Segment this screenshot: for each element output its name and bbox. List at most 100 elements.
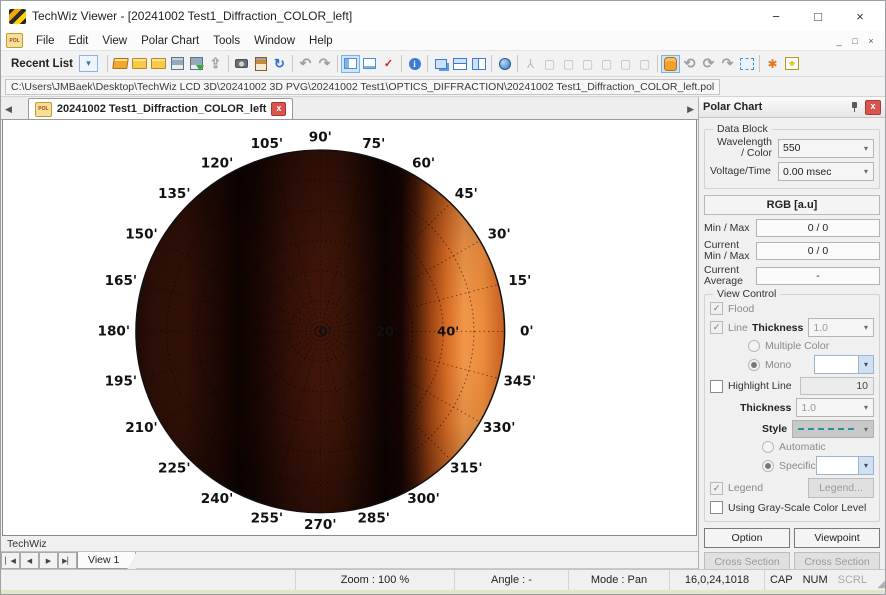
chevron-down-icon[interactable]: ▾ <box>79 55 98 72</box>
cube-view-right-icon[interactable]: ▢ <box>597 55 616 73</box>
line-checkbox[interactable]: ✓ <box>710 321 723 334</box>
cascade-windows-icon[interactable] <box>431 55 450 73</box>
color-map-icon[interactable]: ✱ <box>763 55 782 73</box>
axis-3d-icon[interactable]: ⅄ <box>521 55 540 73</box>
mdi-minimize-icon[interactable]: _ <box>831 36 847 46</box>
app-window: TechWiz Viewer - [20241002 Test1_Diffrac… <box>0 0 886 595</box>
open-folder-icon[interactable] <box>130 55 149 73</box>
minimize-button[interactable]: − <box>755 3 797 29</box>
save-icon[interactable] <box>168 55 187 73</box>
undo-icon[interactable]: ↶ <box>296 55 315 73</box>
pan-hand-icon[interactable] <box>661 55 680 73</box>
cross-section-voltage-time-button[interactable]: Cross Section [ Voltage/Time ] <box>794 552 880 569</box>
zoom-fit-icon[interactable] <box>737 55 756 73</box>
menu-tools[interactable]: Tools <box>206 35 247 47</box>
chevron-down-icon[interactable]: ▾ <box>859 144 873 153</box>
wavelength-value: 550 <box>779 142 859 154</box>
mono-color-select[interactable]: ▾ <box>814 355 874 374</box>
automatic-radio[interactable] <box>762 441 774 453</box>
file-path-field[interactable]: C:\Users\JMBaek\Desktop\TechWiz LCD 3D\2… <box>5 79 720 95</box>
option-button[interactable]: Option <box>704 528 790 548</box>
menu-edit[interactable]: Edit <box>62 35 96 47</box>
document-tab-label: 20241002 Test1_Diffraction_COLOR_left <box>57 103 267 115</box>
open-file-icon[interactable] <box>111 55 130 73</box>
chevron-down-icon[interactable]: ▾ <box>858 457 873 474</box>
multiple-color-radio[interactable] <box>748 340 760 352</box>
tab-close-icon[interactable]: x <box>271 102 286 116</box>
highlight-thickness-select[interactable]: 1.0 ▾ <box>796 398 874 417</box>
grayscale-checkbox[interactable] <box>710 501 723 514</box>
capture-icon[interactable] <box>232 55 251 73</box>
maximize-button[interactable]: □ <box>797 3 839 29</box>
mono-radio[interactable] <box>748 359 760 371</box>
mdi-restore-icon[interactable]: □ <box>847 36 863 46</box>
chevron-down-icon[interactable]: ▾ <box>859 323 873 332</box>
split-vertical-icon[interactable] <box>469 55 488 73</box>
tab-scroll-left-icon[interactable]: ◀ <box>1 104 16 119</box>
menu-view[interactable]: View <box>95 35 134 47</box>
rotate-object-icon[interactable]: ⟳ <box>699 55 718 73</box>
viewpoint-button[interactable]: Viewpoint <box>794 528 880 548</box>
cube-view-left-icon[interactable]: ▢ <box>578 55 597 73</box>
specific-color-select[interactable]: ▾ <box>816 456 874 475</box>
close-button[interactable]: × <box>839 3 881 29</box>
task-check-icon[interactable]: ✓ <box>379 55 398 73</box>
paste-icon[interactable] <box>251 55 270 73</box>
first-view-button[interactable]: ▏◀ <box>1 552 20 569</box>
last-view-button[interactable]: ▶▏ <box>58 552 77 569</box>
cube-view-top-icon[interactable]: ▢ <box>616 55 635 73</box>
export-icon[interactable]: ⇪ <box>206 55 225 73</box>
toolbar-separator <box>491 55 492 72</box>
menu-polar-chart[interactable]: Polar Chart <box>134 35 206 47</box>
toolbar-separator <box>427 55 428 72</box>
next-view-button[interactable]: ▶ <box>39 552 58 569</box>
chevron-down-icon[interactable]: ▾ <box>859 425 873 434</box>
chevron-down-icon[interactable]: ▾ <box>858 356 873 373</box>
info-icon[interactable] <box>405 55 424 73</box>
spin-icon[interactable]: ↷ <box>718 55 737 73</box>
rotate-free-icon[interactable]: ⟲ <box>680 55 699 73</box>
chevron-down-icon[interactable]: ▾ <box>859 403 873 412</box>
highlight-line-checkbox[interactable] <box>710 380 723 393</box>
panel-layout-icon[interactable] <box>341 55 360 73</box>
cube-view-bottom-icon[interactable]: ▢ <box>635 55 654 73</box>
globe-icon[interactable] <box>495 55 514 73</box>
toolbar-separator <box>657 55 658 72</box>
specific-radio[interactable] <box>762 460 774 472</box>
redo-icon[interactable]: ↷ <box>315 55 334 73</box>
cross-section-theta-phi-button[interactable]: Cross Section [ Theta/Phi ] <box>704 552 790 569</box>
output-pane-icon[interactable] <box>360 55 379 73</box>
chevron-down-icon[interactable]: ▾ <box>859 167 873 176</box>
mdi-close-icon[interactable]: × <box>863 36 879 46</box>
menu-window[interactable]: Window <box>247 35 302 47</box>
recent-list-combo[interactable]: Recent List ▾ <box>5 55 98 72</box>
save-as-icon[interactable] <box>187 55 206 73</box>
wavelength-select[interactable]: 550 ▾ <box>778 139 874 158</box>
view-tab[interactable]: View 1 <box>77 552 136 569</box>
split-horizontal-icon[interactable] <box>450 55 469 73</box>
cube-view-back-icon[interactable]: ▢ <box>559 55 578 73</box>
pin-icon[interactable] <box>851 102 859 112</box>
highlight-area-icon[interactable] <box>782 55 801 73</box>
line-style-select[interactable]: ▾ <box>792 420 874 438</box>
panel-close-icon[interactable]: x <box>865 100 881 115</box>
refresh-icon[interactable]: ↻ <box>270 55 289 73</box>
legend-checkbox[interactable]: ✓ <box>710 482 723 495</box>
line-thickness-select[interactable]: 1.0 ▾ <box>808 318 874 337</box>
voltage-time-select[interactable]: 0.00 msec ▾ <box>778 162 874 181</box>
menu-file[interactable]: File <box>29 35 62 47</box>
menu-help[interactable]: Help <box>302 35 340 47</box>
resize-grip[interactable]: ◢ <box>872 570 885 590</box>
highlight-line-label: Highlight Line <box>728 380 800 392</box>
tab-scroll-right-icon[interactable]: ▶ <box>683 104 698 119</box>
status-mode: Mode : Pan <box>569 570 670 590</box>
document-tab[interactable]: POL 20241002 Test1_Diffraction_COLOR_lef… <box>28 98 294 119</box>
flood-checkbox[interactable]: ✓ <box>710 302 723 315</box>
polar-chart-canvas[interactable]: 0'15'30'45'60'75'90'105'120'135'150'165'… <box>2 120 697 536</box>
highlight-line-input[interactable]: 10 <box>800 377 874 395</box>
prev-view-button[interactable]: ◀ <box>20 552 39 569</box>
legend-button[interactable]: Legend... <box>808 478 874 498</box>
cube-view-front-icon[interactable]: ▢ <box>540 55 559 73</box>
recent-folder-icon[interactable] <box>149 55 168 73</box>
main-area: ◀ POL 20241002 Test1_Diffraction_COLOR_l… <box>1 97 699 569</box>
